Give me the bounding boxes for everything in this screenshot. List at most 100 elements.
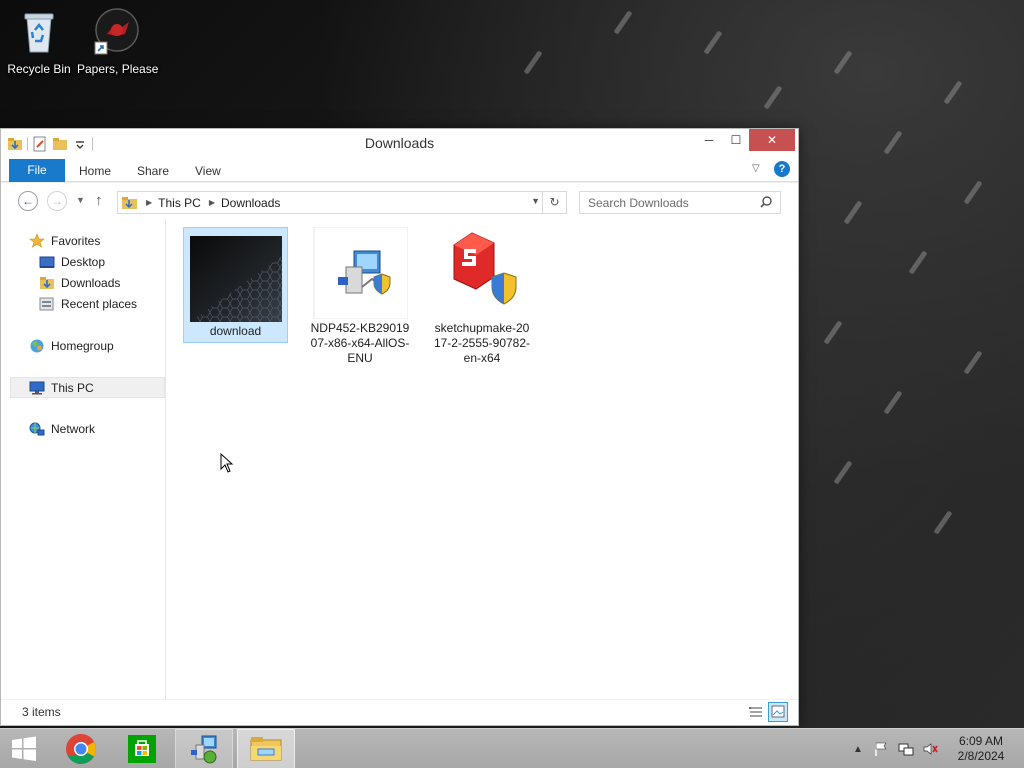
wallpaper-streak: [943, 80, 963, 105]
help-icon[interactable]: ?: [774, 161, 790, 177]
file-name: NDP452-KB2901907-x86-x64-AllOS-ENU: [310, 321, 410, 365]
action-center-flag-icon[interactable]: [873, 741, 889, 757]
nav-item-homegroup[interactable]: Homegroup: [29, 336, 114, 356]
forward-button[interactable]: →: [47, 191, 67, 211]
title-bar[interactable]: Downloads ─ ☐ ✕: [1, 129, 798, 158]
file-list: download NDP452-KB2901907-x86-x64-AllOS-…: [166, 219, 798, 699]
start-button[interactable]: [0, 729, 48, 768]
minimize-button[interactable]: ─: [695, 129, 723, 151]
store-icon: [128, 735, 156, 763]
wallpaper-streak: [523, 50, 543, 75]
address-history-chevron-down-icon[interactable]: ▼: [531, 196, 540, 206]
close-icon: ✕: [766, 133, 778, 147]
volume-muted-icon[interactable]: [922, 741, 938, 757]
tab-share[interactable]: Share: [137, 159, 169, 182]
installer-icon: [191, 735, 217, 764]
wallpaper-streak: [963, 180, 983, 205]
wallpaper-streak: [963, 350, 983, 375]
installer-package-icon: [312, 226, 409, 320]
nav-item-label: Recent places: [61, 297, 138, 311]
breadcrumb-this-pc[interactable]: This PC: [158, 196, 201, 210]
arrow-left-icon: ←: [22, 194, 34, 208]
nav-item-desktop[interactable]: Desktop: [39, 252, 105, 272]
wallpaper-streak: [833, 460, 853, 485]
search-icon[interactable]: [760, 196, 772, 208]
nav-item-label: Downloads: [61, 276, 121, 290]
close-button[interactable]: ✕: [749, 129, 795, 151]
status-bar: 3 items: [1, 699, 798, 725]
file-name: sketchupmake-2017-2-2555-90782-en-x64: [433, 321, 531, 365]
item-count: 3 items: [22, 705, 61, 719]
desktop-icon-label: Papers, Please: [77, 62, 159, 76]
nav-item-label: Homegroup: [51, 339, 114, 353]
papers-please-shortcut-icon: [93, 8, 141, 56]
up-one-level-button[interactable]: ↑: [95, 192, 103, 209]
tab-view[interactable]: View: [195, 159, 221, 182]
nav-item-downloads[interactable]: Downloads: [39, 273, 120, 293]
maximize-icon: ☐: [730, 133, 742, 147]
navigation-bar: ← → ▼ ↑ ▶ This PC ▶ Downloads ▼ ↻: [1, 183, 798, 219]
recent-locations-chevron-down-icon[interactable]: ▼: [76, 195, 85, 205]
downloads-folder-icon: [39, 275, 55, 291]
downloads-folder-icon: [122, 196, 138, 210]
nav-item-recent-places[interactable]: Recent places: [39, 294, 137, 314]
tab-home[interactable]: Home: [79, 159, 111, 182]
this-pc-icon: [29, 380, 45, 396]
refresh-button[interactable]: ↻: [542, 192, 566, 213]
taskbar-file-explorer[interactable]: [237, 729, 295, 768]
clock-time: 6:09 AM: [958, 734, 1004, 748]
nav-item-label: Desktop: [61, 255, 106, 269]
breadcrumb-separator-icon: ▶: [146, 198, 153, 207]
search-box: [579, 191, 781, 214]
chrome-icon: [66, 734, 96, 764]
file-item-ndp452-installer[interactable]: NDP452-KB2901907-x86-x64-AllOS-ENU: [308, 226, 412, 366]
ribbon-tab-bar: File Home Share View ▽ ?: [1, 158, 798, 182]
nav-item-favorites[interactable]: Favorites: [29, 231, 100, 251]
back-button[interactable]: ←: [18, 191, 38, 211]
maximize-button[interactable]: ☐: [722, 129, 750, 151]
homegroup-icon: [29, 338, 45, 354]
wallpaper-streak: [883, 130, 903, 155]
search-input[interactable]: [580, 192, 756, 213]
image-thumbnail-icon: [189, 236, 282, 322]
taskbar-installer[interactable]: [175, 729, 233, 768]
mouse-pointer-icon: [220, 453, 234, 473]
large-icons-view-icon[interactable]: [768, 702, 788, 722]
show-hidden-icons-chevron-up-icon[interactable]: ▲: [850, 741, 866, 757]
taskbar-chrome[interactable]: [52, 729, 110, 768]
wallpaper-streak: [703, 30, 723, 55]
file-explorer-window: Downloads ─ ☐ ✕ File Home Share View ▽ ?…: [0, 128, 799, 726]
network-tray-icon[interactable]: [898, 741, 914, 757]
recycle-bin-icon: [15, 8, 63, 56]
taskbar: ▲ 6:09 AM 2/8/2024: [0, 728, 1024, 768]
desktop-folder-icon: [39, 254, 55, 270]
nav-item-label: Network: [51, 422, 96, 436]
recent-places-icon: [39, 296, 55, 312]
expand-ribbon-chevron-icon[interactable]: ▽: [752, 163, 760, 174]
file-item-sketchup-installer[interactable]: sketchupmake-2017-2-2555-90782-en-x64: [430, 227, 534, 366]
details-view-icon[interactable]: [748, 704, 764, 720]
breadcrumb-separator-icon: ▶: [208, 198, 215, 207]
windows-logo-icon: [12, 736, 36, 761]
wallpaper-streak: [833, 50, 853, 75]
network-icon: [29, 421, 45, 437]
address-bar[interactable]: ▶ This PC ▶ Downloads ▼ ↻: [117, 191, 567, 214]
desktop-icon-recycle-bin[interactable]: Recycle Bin: [0, 8, 79, 76]
star-icon: [29, 233, 45, 249]
tab-file[interactable]: File: [9, 159, 65, 182]
wallpaper-streak: [763, 85, 783, 110]
nav-item-label: Favorites: [51, 234, 101, 248]
breadcrumb-downloads[interactable]: Downloads: [221, 196, 280, 210]
wallpaper-streak: [843, 200, 863, 225]
nav-item-network[interactable]: Network: [29, 419, 95, 439]
taskbar-store[interactable]: [113, 729, 171, 768]
arrow-right-icon: →: [51, 194, 63, 208]
desktop-icon-papers-please[interactable]: Papers, Please: [77, 8, 159, 76]
navigation-pane: Favorites Desktop Downloads Recent place…: [1, 219, 166, 699]
nav-item-this-pc[interactable]: This PC: [10, 377, 165, 398]
minimize-icon: ─: [704, 133, 714, 147]
file-item-download[interactable]: download: [183, 227, 288, 343]
refresh-icon: ↻: [549, 195, 560, 209]
desktop-icon-label: Recycle Bin: [7, 62, 71, 76]
system-clock[interactable]: 6:09 AM 2/8/2024: [950, 734, 1012, 764]
